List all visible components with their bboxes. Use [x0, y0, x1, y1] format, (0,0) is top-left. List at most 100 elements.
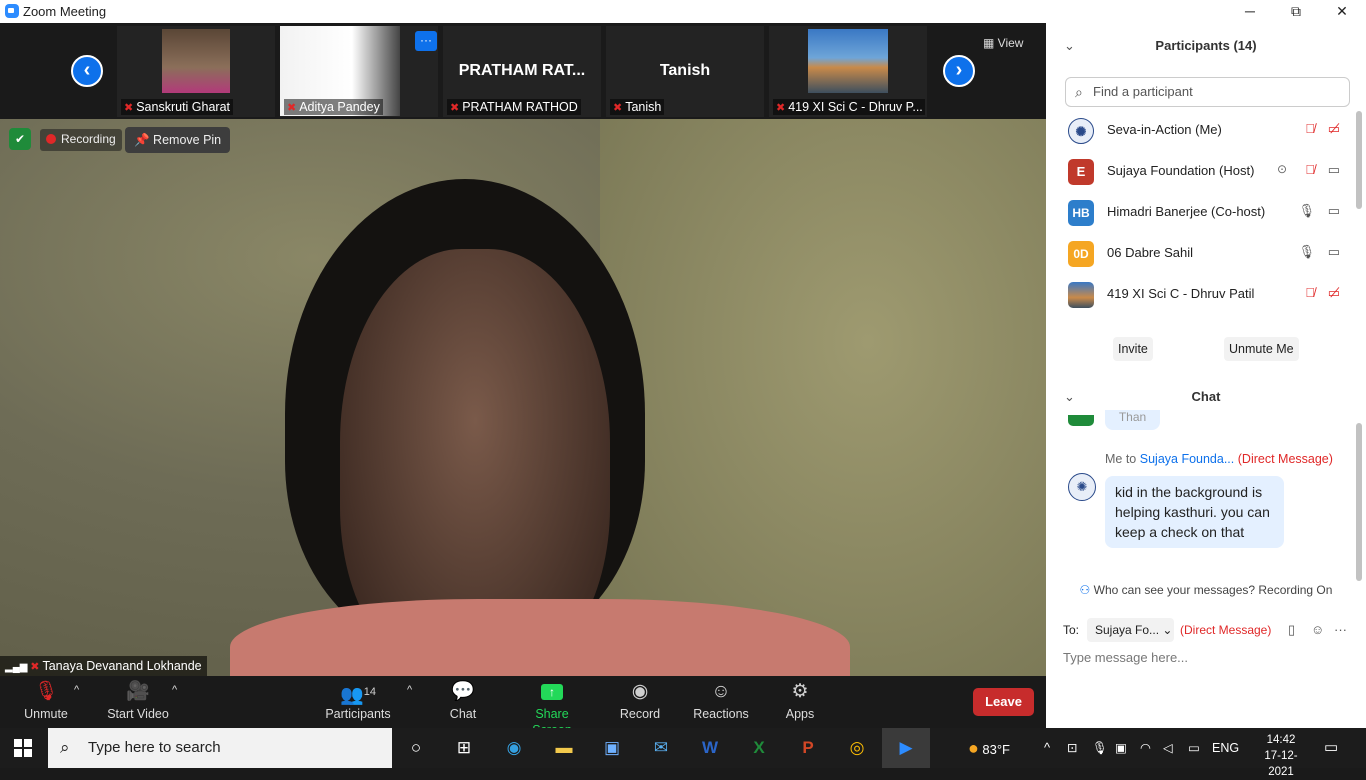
store-icon[interactable]: ▣: [588, 728, 636, 768]
view-button[interactable]: ▦ View: [983, 33, 1039, 55]
participant-avatar-image: [808, 29, 888, 93]
task-view-icon[interactable]: ⊞: [440, 728, 488, 768]
video-icon[interactable]: ▭: [1328, 203, 1340, 219]
apps-button[interactable]: ⚙ Apps: [782, 676, 818, 728]
remove-pin-button[interactable]: 📌 Remove Pin: [125, 127, 231, 153]
grid-icon: ▦: [983, 36, 998, 50]
mic-muted-icon[interactable]: 🎙̸: [1305, 162, 1315, 177]
collapse-chevron-icon[interactable]: ⌄: [1064, 382, 1075, 412]
record-button[interactable]: ◉ Record: [618, 676, 662, 728]
chrome-icon[interactable]: ◎: [833, 728, 881, 768]
tray-mic-icon[interactable]: 🎙: [1092, 728, 1108, 768]
participants-button[interactable]: 👥14 Participants: [322, 676, 394, 728]
gallery-strip: ‹ ✖ Sanskruti Gharat ··· ✖ Aditya Pandey P…: [0, 23, 1046, 119]
close-button[interactable]: ✕: [1319, 0, 1365, 23]
video-background: [600, 119, 1046, 676]
chat-message-input[interactable]: Type message here...: [1063, 650, 1188, 665]
clock-time: 14:42: [1266, 734, 1296, 746]
participant-row[interactable]: E Sujaya Foundation (Host) ⊙ 🎙̸ ▭: [1046, 151, 1356, 192]
recipient-select[interactable]: Sujaya Fo... ⌄: [1087, 618, 1174, 642]
more-icon[interactable]: ···: [1334, 622, 1347, 637]
zoom-logo-icon: [5, 4, 19, 18]
word-icon[interactable]: W: [686, 728, 734, 768]
emoji-icon[interactable]: ☺: [1311, 622, 1324, 637]
participant-row[interactable]: 419 XI Sci C - Dhruv Patil 🎙̸ ▭̸: [1046, 274, 1356, 315]
start-video-button[interactable]: 🎥 Start Video: [103, 676, 173, 728]
participants-scrollbar[interactable]: [1356, 111, 1362, 209]
who-can-see-link[interactable]: ⚇ Who can see your messages? Recording O…: [1046, 583, 1366, 597]
mic-icon[interactable]: 🎙: [1298, 244, 1315, 260]
unmute-button[interactable]: 🎙 Unmute: [18, 676, 74, 728]
mic-icon[interactable]: 🎙: [1298, 203, 1315, 219]
participant-row[interactable]: ✺ Seva-in-Action (Me) 🎙̸ ▭̸: [1046, 110, 1356, 151]
volume-icon[interactable]: ◁: [1163, 728, 1173, 768]
tray-device-icon[interactable]: ⊡: [1067, 728, 1077, 768]
wifi-icon[interactable]: ◠: [1140, 728, 1151, 768]
participant-row[interactable]: HB Himadri Banerjee (Co-host) 🎙 ▭: [1046, 192, 1356, 233]
thumb-sanskruti[interactable]: ✖ Sanskruti Gharat: [117, 26, 275, 117]
recipient-link[interactable]: Sujaya Founda...: [1140, 452, 1235, 466]
mic-muted-icon[interactable]: 🎙̸: [1305, 121, 1315, 136]
video-off-icon[interactable]: ▭̸: [1328, 285, 1340, 301]
audio-options-caret[interactable]: ^: [74, 684, 79, 696]
search-icon: ⌕: [60, 738, 70, 757]
share-screen-button[interactable]: ↑Share Screen: [514, 676, 590, 737]
battery-icon[interactable]: ▭: [1188, 728, 1200, 768]
thumb-dhruv[interactable]: ✖ 419 XI Sci C - Dhruv P...: [769, 26, 927, 117]
taskbar-search-input[interactable]: ⌕ Type here to search: [48, 728, 392, 768]
record-dot-icon: [46, 134, 56, 144]
security-shield-icon[interactable]: ✔: [9, 128, 31, 150]
more-options-button[interactable]: ···: [415, 31, 437, 51]
participant-row[interactable]: 0D 06 Dabre Sahil 🎙 ▭: [1046, 233, 1356, 274]
thumb-pratham[interactable]: PRATHAM RAT... ✖ PRATHAM RATHOD: [443, 26, 601, 117]
tray-overflow-icon[interactable]: ^: [1044, 728, 1050, 768]
restore-button[interactable]: ⧉: [1273, 0, 1319, 23]
weather-widget[interactable]: ● 83°F: [968, 728, 1010, 768]
mic-muted-icon: ✖: [613, 102, 623, 114]
window-title: Zoom Meeting: [23, 4, 107, 19]
mic-muted-icon: ✖: [30, 661, 40, 673]
chat-button[interactable]: 💬 Chat: [443, 676, 483, 728]
tray-screen-icon[interactable]: ▣: [1115, 728, 1127, 768]
file-explorer-icon[interactable]: ▬: [540, 728, 588, 768]
clock-date: 17-12-2021: [1264, 750, 1298, 778]
video-icon[interactable]: ▭: [1328, 244, 1340, 260]
thumb-tanish[interactable]: Tanish ✖ Tanish: [606, 26, 764, 117]
language-indicator[interactable]: ENG: [1212, 728, 1239, 768]
search-icon: ⌕: [1075, 84, 1083, 100]
minimize-button[interactable]: ─: [1227, 0, 1273, 23]
edge-icon[interactable]: ◉: [490, 728, 538, 768]
find-participant-input[interactable]: ⌕ Find a participant: [1065, 77, 1350, 107]
recording-icon: ⊙: [1276, 162, 1287, 176]
collapse-chevron-icon[interactable]: ⌄: [1064, 31, 1075, 61]
excel-icon[interactable]: X: [735, 728, 783, 768]
file-icon[interactable]: ▯: [1288, 622, 1295, 638]
video-icon[interactable]: ▭: [1328, 162, 1340, 178]
mic-muted-icon: 🎙: [33, 681, 59, 702]
leave-button[interactable]: Leave: [973, 688, 1034, 716]
powerpoint-icon[interactable]: P: [784, 728, 832, 768]
mail-icon[interactable]: ✉: [637, 728, 685, 768]
gallery-next-button[interactable]: ›: [943, 55, 975, 87]
video-off-icon[interactable]: ▭̸: [1328, 121, 1340, 137]
chat-header: ⌄ Chat: [1046, 382, 1366, 412]
windows-taskbar: ⌕ Type here to search ○ ⊞ ◉ ▬ ▣ ✉ W X P ◎…: [0, 728, 1366, 778]
gallery-prev-button[interactable]: ‹: [71, 55, 103, 87]
thumb-name-large: Tanish: [659, 62, 711, 79]
thumb-aditya[interactable]: ··· ✖ Aditya Pandey: [280, 26, 438, 117]
zoom-taskbar-icon[interactable]: ▶: [882, 728, 930, 768]
thumb-label: ✖ Aditya Pandey: [284, 99, 383, 115]
windows-start-icon[interactable]: [14, 739, 32, 757]
taskbar-clock[interactable]: 14:42 17-12-2021: [1256, 732, 1306, 780]
notifications-icon[interactable]: ▭: [1324, 728, 1338, 768]
video-options-caret[interactable]: ^: [172, 684, 177, 696]
cortana-icon[interactable]: ○: [392, 728, 440, 768]
invite-button[interactable]: Invite: [1113, 337, 1153, 361]
unmute-me-button[interactable]: Unmute Me: [1224, 337, 1299, 361]
reactions-button[interactable]: ☺ Reactions: [692, 676, 750, 728]
participants-options-caret[interactable]: ^: [407, 684, 412, 696]
chat-scrollbar[interactable]: [1356, 423, 1362, 581]
recording-indicator[interactable]: Recording: [40, 129, 122, 151]
mic-muted-icon[interactable]: 🎙̸: [1305, 285, 1315, 300]
direct-message-label: (Direct Message): [1180, 623, 1272, 637]
